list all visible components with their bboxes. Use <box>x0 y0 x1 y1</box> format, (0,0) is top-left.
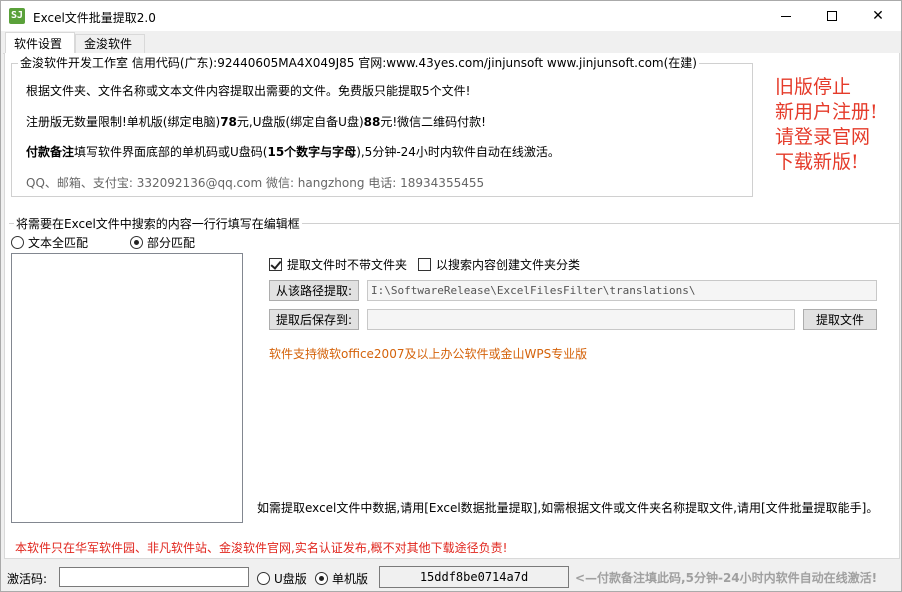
checkbox-no-folder-box <box>269 258 282 271</box>
checkbox-create-folder-label: 以搜索内容创建文件夹分类 <box>436 258 581 272</box>
activation-code-input[interactable] <box>59 567 249 587</box>
close-icon: ✕ <box>872 8 884 24</box>
promo-line-1: 旧版停止 <box>775 76 852 98</box>
search-content-editor[interactable] <box>11 253 243 523</box>
main-window: SJ Excel文件批量提取2.0 ✕ 软件设置 金浚软件 金浚软件开发工作室 … <box>0 0 902 592</box>
save-path-field[interactable] <box>367 309 795 330</box>
radio-pc-dot <box>315 572 328 585</box>
info-line-3: 付款备注填写软件界面底部的单机码或U盘码(15个数字与字母),5分钟-24小时内… <box>26 143 560 160</box>
radio-full-match-label: 文本全匹配 <box>28 236 89 250</box>
radio-partial-match-dot <box>130 236 143 249</box>
checkbox-create-folder-box <box>418 258 431 271</box>
info-line-3-a: 填写软件界面底部的单机码或U盘码( <box>74 145 268 159</box>
radio-usb-dot <box>257 572 270 585</box>
promo-line-3: 请登录官网 <box>775 126 871 148</box>
warning-text: 本软件只在华军软件园、非凡软件站、金浚软件官网,实名认证发布,概不对其他下载途径… <box>15 541 508 555</box>
source-path-field[interactable]: I:\SoftwareRelease\ExcelFilesFilter\tran… <box>367 280 877 301</box>
maximize-button[interactable] <box>809 1 855 31</box>
info-line-2-c: 元!微信二维码付款! <box>380 115 486 129</box>
machine-code-field[interactable]: 15ddf8be0714a7d <box>379 566 569 588</box>
contact-info: QQ、邮箱、支付宝: 332092136@qq.com 微信: hangzhon… <box>26 176 485 190</box>
checkbox-create-folder[interactable]: 以搜索内容创建文件夹分类 <box>418 256 580 273</box>
tab-strip: 软件设置 金浚软件 <box>3 32 899 54</box>
maximize-icon <box>827 11 837 21</box>
minimize-button[interactable] <box>763 1 809 31</box>
radio-pc-label: 单机版 <box>332 572 369 586</box>
checkbox-no-folder-label: 提取文件时不带文件夹 <box>287 258 408 272</box>
extract-files-button[interactable]: 提取文件 <box>803 309 877 330</box>
settings-panel: 金浚软件开发工作室 信用代码(广东):92440605MA4X049J85 官网… <box>4 53 900 559</box>
tab-settings[interactable]: 软件设置 <box>5 32 75 54</box>
app-logo-icon: SJ <box>9 8 25 24</box>
promo-line-2: 新用户注册! <box>775 101 878 123</box>
radio-usb-version[interactable]: U盘版 <box>257 570 307 587</box>
radio-pc-version[interactable]: 单机版 <box>315 570 368 587</box>
tab-jinjun-software[interactable]: 金浚软件 <box>75 34 145 53</box>
machine-code-hint: <—付款备注填此码,5分钟-24小时内软件自动在线激活! <box>575 571 878 585</box>
payment-note-label: 付款备注 <box>26 145 75 159</box>
search-legend: 将需要在Excel文件中搜索的内容一行行填写在编辑框 <box>14 215 302 232</box>
radio-full-match[interactable]: 文本全匹配 <box>11 234 88 251</box>
radio-partial-match[interactable]: 部分匹配 <box>130 234 195 251</box>
info-line-2-a: 注册版无数量限制!单机版(绑定电脑) <box>26 115 221 129</box>
checkbox-no-folder[interactable]: 提取文件时不带文件夹 <box>269 256 407 273</box>
window-title: Excel文件批量提取2.0 <box>33 11 156 25</box>
info-line-2-b: 元,U盘版(绑定自备U盘) <box>236 115 364 129</box>
info-groupbox: 金浚软件开发工作室 信用代码(广东):92440605MA4X049J85 官网… <box>11 56 753 197</box>
support-text: 软件支持微软office2007及以上办公软件或金山WPS专业版 <box>269 347 588 361</box>
hint-text: 如需提取excel文件中数据,请用[Excel数据批量提取],如需根据文件或文件… <box>257 501 879 515</box>
promo-notice: 旧版停止 新用户注册! 请登录官网 下载新版! <box>775 75 878 175</box>
promo-line-4: 下载新版! <box>775 151 859 173</box>
info-line-2: 注册版无数量限制!单机版(绑定电脑)78元,U盘版(绑定自备U盘)88元!微信二… <box>26 113 486 130</box>
info-line-3-b: ),5分钟-24小时内软件自动在线激活。 <box>356 145 560 159</box>
close-button[interactable]: ✕ <box>855 1 901 31</box>
title-bar[interactable]: SJ Excel文件批量提取2.0 ✕ <box>1 1 901 31</box>
minimize-icon <box>781 15 791 17</box>
info-line-1: 根据文件夹、文件名称或文本文件内容提取出需要的文件。免费版只能提取5个文件! <box>26 84 471 98</box>
radio-usb-label: U盘版 <box>274 572 307 586</box>
price-pc: 78 <box>220 115 237 129</box>
radio-partial-match-label: 部分匹配 <box>147 236 196 250</box>
info-legend: 金浚软件开发工作室 信用代码(广东):92440605MA4X049J85 官网… <box>18 56 699 70</box>
price-usb: 88 <box>363 115 381 129</box>
code-format-note: 15个数字与字母 <box>267 145 357 159</box>
source-path-button[interactable]: 从该路径提取: <box>269 280 359 301</box>
radio-full-match-dot <box>11 236 24 249</box>
activation-label: 激活码: <box>7 572 48 586</box>
save-path-button[interactable]: 提取后保存到: <box>269 309 359 330</box>
